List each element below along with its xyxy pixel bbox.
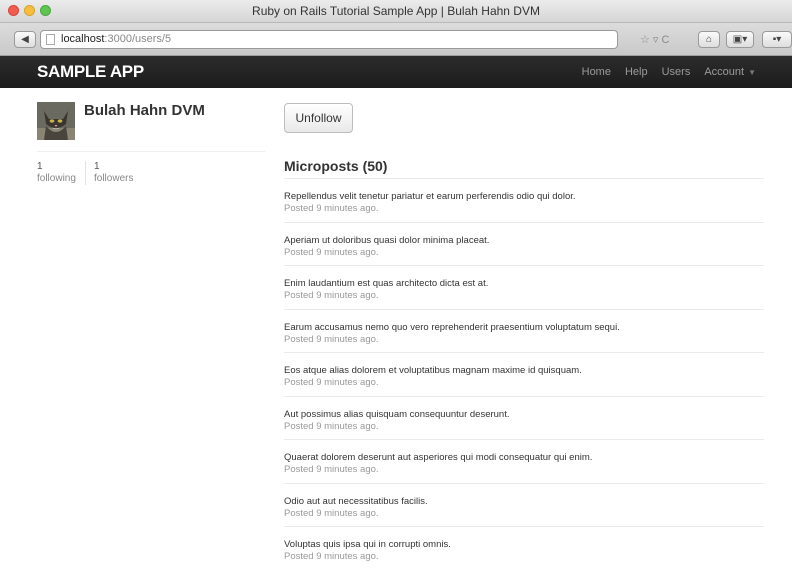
extensions-menu-button[interactable]: ▪▾ <box>762 31 792 48</box>
following-label: following <box>37 173 76 184</box>
caret-down-icon: ▼ <box>748 68 756 77</box>
list-item: Quaerat dolorem deserunt aut asperiores … <box>284 439 764 483</box>
home-icon[interactable]: ⌂ <box>698 31 720 48</box>
post-timestamp: Posted 9 minutes ago. <box>284 333 379 345</box>
address-bar[interactable]: localhost:3000/users/5 <box>40 30 618 49</box>
post-content: Quaerat dolorem deserunt aut asperiores … <box>284 452 593 463</box>
post-content: Eos atque alias dolorem et voluptatibus … <box>284 365 582 376</box>
post-content: Voluptas quis ipsa qui in corrupti omnis… <box>284 539 451 550</box>
cat-avatar-image <box>37 102 75 140</box>
followers-stat[interactable]: 1 followers <box>85 161 133 185</box>
micropost-list: Repellendus velit tenetur pariatur et ea… <box>284 178 764 570</box>
list-item: Odio aut aut necessitatibus facilis. Post… <box>284 482 764 527</box>
brand-logo[interactable]: SAMPLE APP <box>37 62 144 82</box>
bookmarks-menu-button[interactable]: ▣▾ <box>726 31 754 48</box>
url-text[interactable]: localhost:3000/users/5 <box>61 33 171 45</box>
title-bar: Ruby on Rails Tutorial Sample App | Bula… <box>0 0 792 23</box>
avatar <box>37 102 75 140</box>
browser-window: Ruby on Rails Tutorial Sample App | Bula… <box>0 0 792 582</box>
followers-label: followers <box>94 173 134 184</box>
post-timestamp: Posted 9 minutes ago. <box>284 290 379 301</box>
post-content: Enim laudantium est quas architecto dict… <box>284 278 489 289</box>
nav-account-label: Account <box>704 66 745 78</box>
list-item: Aperiam ut doloribus quasi dolor minima … <box>284 221 764 266</box>
unfollow-button[interactable]: Unfollow <box>284 103 353 133</box>
post-content: Aut possimus alias quisquam consequuntur… <box>284 408 510 420</box>
post-content: Repellendus velit tenetur pariatur et ea… <box>284 191 576 202</box>
post-content: Aperiam ut doloribus quasi dolor minima … <box>284 234 490 246</box>
microposts-heading: Microposts (50) <box>284 158 388 174</box>
list-item: Earum accusamus nemo quo vero reprehende… <box>284 308 764 353</box>
url-path: :3000/users/5 <box>104 33 172 45</box>
post-content: Earum accusamus nemo quo vero reprehende… <box>284 321 620 333</box>
post-timestamp: Posted 9 minutes ago. <box>284 420 379 432</box>
nav-account-dropdown[interactable]: Account ▼ <box>704 66 756 78</box>
post-content: Odio aut aut necessitatibus facilis. <box>284 495 428 507</box>
post-timestamp: Posted 9 minutes ago. <box>284 203 379 214</box>
post-timestamp: Posted 9 minutes ago. <box>284 464 379 475</box>
back-button[interactable]: ◀ <box>14 31 36 48</box>
list-item: Aut possimus alias quisquam consequuntur… <box>284 395 764 440</box>
url-host: localhost <box>61 33 105 45</box>
window-title: Ruby on Rails Tutorial Sample App | Bula… <box>252 4 540 18</box>
following-stat[interactable]: 1 following <box>37 161 76 185</box>
list-item: Enim laudantium est quas architecto dict… <box>284 265 764 309</box>
following-count: 1 <box>37 161 43 172</box>
list-item: Voluptas quis ipsa qui in corrupti omnis… <box>284 526 764 570</box>
post-timestamp: Posted 9 minutes ago. <box>284 246 379 258</box>
list-item: Eos atque alias dolorem et voluptatibus … <box>284 352 764 396</box>
list-item: Repellendus velit tenetur pariatur et ea… <box>284 178 764 222</box>
nav-home-link[interactable]: Home <box>582 66 611 78</box>
reload-and-bookmark-icons[interactable]: ☆ ▿ C <box>640 33 669 46</box>
nav-users-link[interactable]: Users <box>662 66 691 78</box>
divider <box>37 151 265 152</box>
app-navbar: SAMPLE APP Home Help Users Account ▼ <box>0 56 792 88</box>
browser-toolbar: ◀ localhost:3000/users/5 ☆ ▿ C ⌂ ▣▾ ▪▾ <box>0 23 792 56</box>
followers-count: 1 <box>94 161 100 172</box>
nav-help-link[interactable]: Help <box>625 66 648 78</box>
post-timestamp: Posted 9 minutes ago. <box>284 507 379 519</box>
profile-name: Bulah Hahn DVM <box>84 102 205 119</box>
nav-links: Home Help Users Account ▼ <box>582 66 756 78</box>
page-icon <box>46 34 55 45</box>
post-timestamp: Posted 9 minutes ago. <box>284 377 379 388</box>
post-timestamp: Posted 9 minutes ago. <box>284 551 379 562</box>
